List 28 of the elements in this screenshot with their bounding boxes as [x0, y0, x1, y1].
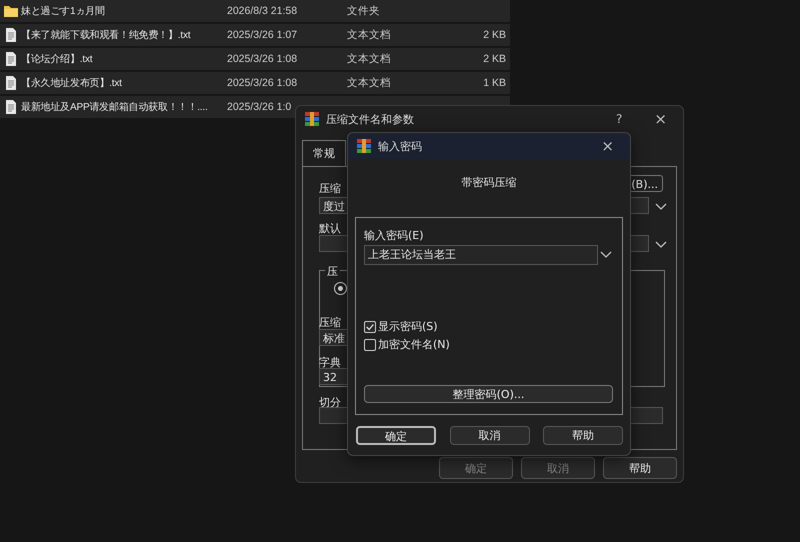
field-label: 切分: [319, 395, 341, 410]
file-name: 妹と過ごす1ヵ月間: [21, 5, 106, 18]
file-type: 文本文档: [347, 76, 392, 90]
file-size: 1 KB: [483, 77, 506, 89]
checkbox-label: 加密文件名(N): [378, 337, 450, 352]
file-name: 【来了就能下载和观看！纯免费！】.txt: [21, 28, 192, 42]
file-date: 2025/3/26 1:0: [227, 101, 292, 113]
file-name: 【永久地址发布页】.txt: [21, 76, 123, 90]
file-date: 2025/3/26 1:08: [227, 77, 298, 89]
field-label: 字典: [319, 355, 341, 370]
checkbox-label: 显示密码(S): [378, 319, 438, 334]
file-name: 【论坛介绍】.txt: [21, 52, 94, 66]
group-label: 压: [325, 264, 340, 279]
field-label: 默认: [319, 221, 341, 236]
field-label: 输入密码(E): [364, 228, 425, 243]
file-type: 文件夹: [347, 4, 381, 18]
file-date: 2025/3/26 1:08: [227, 53, 298, 65]
field-label: 压缩: [319, 315, 341, 330]
file-size: 2 KB: [483, 29, 506, 41]
file-size: 2 KB: [483, 53, 506, 65]
dialog-heading: 带密码压缩: [460, 175, 518, 191]
file-date: 2026/8/3 21:58: [227, 5, 298, 17]
file-date: 2025/3/26 1:07: [227, 29, 298, 41]
file-name: 最新地址及APP请发邮箱自动获取！！！....: [21, 100, 209, 114]
file-type: 文本文档: [347, 28, 392, 42]
file-type: 文本文档: [347, 52, 392, 66]
field-label: 压缩: [319, 181, 341, 196]
window-title: 输入密码: [378, 138, 423, 154]
